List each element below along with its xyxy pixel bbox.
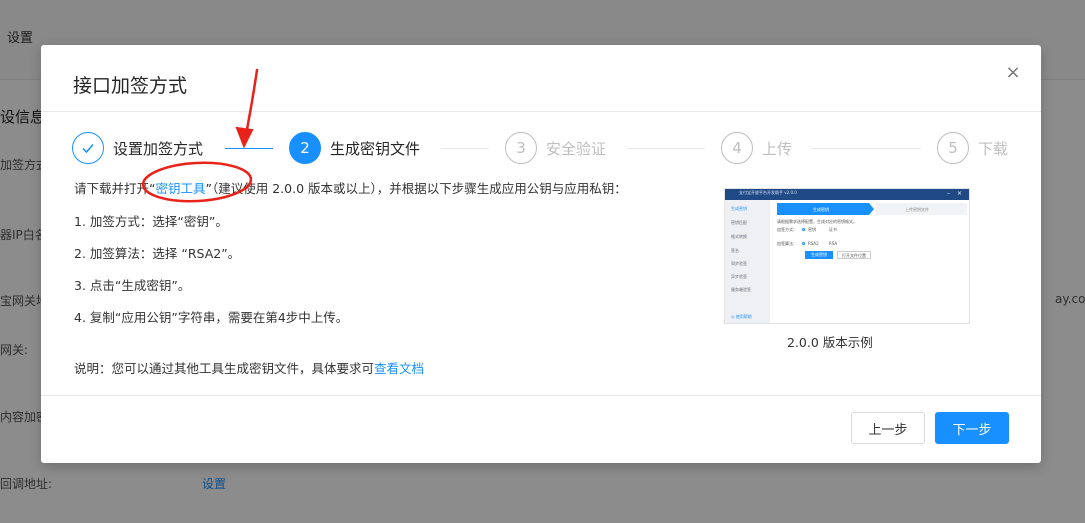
note-text: 说明：您可以通过其他工具生成密钥文件，具体要求可查看文档	[74, 361, 425, 376]
step-label: 下载	[978, 139, 1009, 158]
divider	[41, 111, 1041, 112]
close-icon[interactable]: ×	[1003, 63, 1023, 83]
close-icon: ×	[957, 190, 963, 197]
step-label: 生成密钥文件	[330, 139, 421, 158]
instruction-item: 2. 加签算法：选择 “RSA2”。	[74, 246, 241, 261]
key-tool-link[interactable]: 密钥工具	[156, 181, 206, 196]
step-5: 5 下载	[937, 132, 1008, 164]
step-connector	[225, 148, 273, 149]
step-number: 4	[721, 132, 753, 164]
step-3: 3 安全验证	[505, 132, 606, 164]
instruction-item: 1. 加签方式：选择“密钥”。	[74, 214, 228, 229]
modal-title: 接口加签方式	[73, 75, 188, 97]
example-screenshot: 支付宝开放平台开发助手 v2.0.0 – × 生成密钥 密钥匹配 格式转换 签名…	[724, 188, 970, 324]
step-connector	[627, 148, 705, 149]
view-docs-link[interactable]: 查看文档	[374, 361, 424, 376]
minimize-icon: –	[947, 190, 950, 197]
step-number: 5	[937, 132, 969, 164]
step-number: 2	[289, 132, 321, 164]
step-4: 4 上传	[721, 132, 792, 164]
step-label: 安全验证	[546, 139, 607, 158]
step-2: 2 生成密钥文件	[289, 132, 420, 164]
check-icon	[72, 132, 104, 164]
step-label: 上传	[762, 139, 793, 158]
step-label: 设置加签方式	[113, 139, 204, 158]
step-1: 设置加签方式	[72, 132, 203, 164]
next-step-button[interactable]: 下一步	[935, 412, 1009, 444]
example-sidebar: 生成密钥 密钥匹配 格式转换 签名 同步验签 异步验签 服务端验签 ◎ 使用帮助	[725, 200, 770, 323]
example-titlebar: 支付宝开放平台开发助手 v2.0.0 – ×	[725, 189, 969, 200]
step-connector	[441, 148, 489, 149]
divider	[41, 395, 1041, 396]
step-number: 3	[505, 132, 537, 164]
previous-step-button[interactable]: 上一步	[851, 412, 925, 444]
signing-method-modal: 接口加签方式 × 设置加签方式 2 生成密钥文件 3 安全验证 4 上传 5 下…	[41, 45, 1041, 463]
instruction-item: 4. 复制“应用公钥”字符串，需要在第4步中上传。	[74, 310, 349, 325]
instruction-item: 3. 点击“生成密钥”。	[74, 278, 191, 293]
intro-text: 请下载并打开“密钥工具”（建议使用 2.0.0 版本或以上），并根据以下步骤生成…	[74, 181, 627, 196]
example-caption: 2.0.0 版本示例	[787, 335, 873, 350]
step-connector	[811, 148, 921, 149]
